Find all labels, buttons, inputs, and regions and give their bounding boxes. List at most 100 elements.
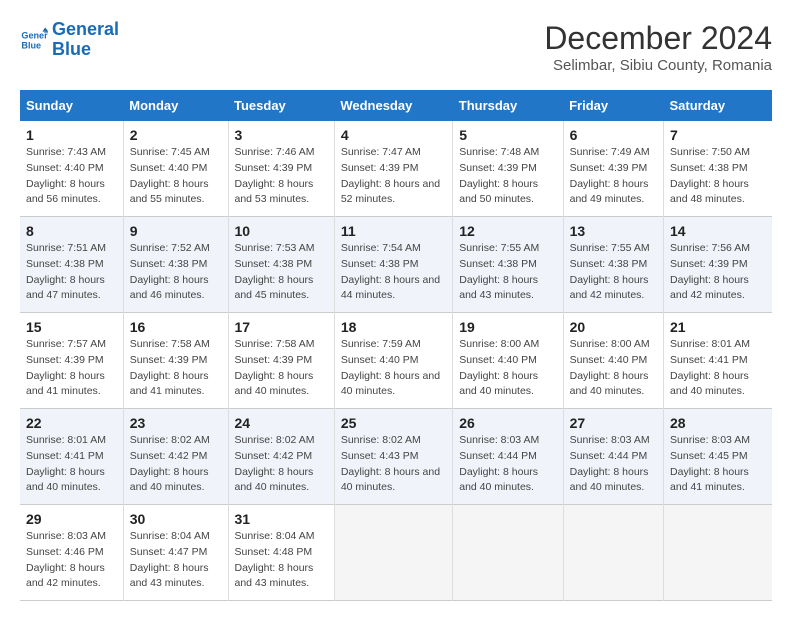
calendar-title: December 2024 xyxy=(544,20,772,57)
table-row: 2 Sunrise: 7:45 AMSunset: 4:40 PMDaylight… xyxy=(123,121,228,217)
day-number: 25 xyxy=(341,415,446,431)
table-row: 5Sunrise: 7:48 AMSunset: 4:39 PMDaylight… xyxy=(453,121,563,217)
day-info: Sunrise: 8:03 AMSunset: 4:44 PMDaylight:… xyxy=(459,433,556,496)
day-number: 14 xyxy=(670,223,766,239)
table-row: 8 Sunrise: 7:51 AMSunset: 4:38 PMDaylight… xyxy=(20,217,123,313)
day-info: Sunrise: 8:01 AMSunset: 4:41 PMDaylight:… xyxy=(670,337,766,400)
table-row: 26 Sunrise: 8:03 AMSunset: 4:44 PMDayligh… xyxy=(453,409,563,505)
day-info: Sunrise: 8:02 AMSunset: 4:43 PMDaylight:… xyxy=(341,433,446,496)
day-number: 8 xyxy=(26,223,117,239)
day-number: 23 xyxy=(130,415,222,431)
day-number: 11 xyxy=(341,223,446,239)
day-info: Sunrise: 7:52 AMSunset: 4:38 PMDaylight:… xyxy=(130,241,222,304)
table-row xyxy=(563,505,663,601)
day-number: 19 xyxy=(459,319,556,335)
header-sunday: Sunday xyxy=(20,90,123,121)
day-info: Sunrise: 8:02 AMSunset: 4:42 PMDaylight:… xyxy=(235,433,328,496)
day-info: Sunrise: 7:48 AMSunset: 4:39 PMDaylight:… xyxy=(459,145,556,208)
calendar-body: 1Sunrise: 7:43 AMSunset: 4:40 PMDaylight… xyxy=(20,121,772,601)
header-friday: Friday xyxy=(563,90,663,121)
calendar-row: 1Sunrise: 7:43 AMSunset: 4:40 PMDaylight… xyxy=(20,121,772,217)
day-info: Sunrise: 7:55 AMSunset: 4:38 PMDaylight:… xyxy=(459,241,556,304)
table-row: 20 Sunrise: 8:00 AMSunset: 4:40 PMDayligh… xyxy=(563,313,663,409)
day-info: Sunrise: 7:58 AMSunset: 4:39 PMDaylight:… xyxy=(130,337,222,400)
table-row: 28Sunrise: 8:03 AMSunset: 4:45 PMDayligh… xyxy=(664,409,772,505)
day-number: 7 xyxy=(670,127,766,143)
calendar-row: 8 Sunrise: 7:51 AMSunset: 4:38 PMDaylight… xyxy=(20,217,772,313)
day-info: Sunrise: 8:02 AMSunset: 4:42 PMDaylight:… xyxy=(130,433,222,496)
day-info: Sunrise: 7:56 AMSunset: 4:39 PMDaylight:… xyxy=(670,241,766,304)
table-row: 3 Sunrise: 7:46 AMSunset: 4:39 PMDaylight… xyxy=(228,121,334,217)
day-number: 31 xyxy=(235,511,328,527)
table-row: 15Sunrise: 7:57 AMSunset: 4:39 PMDayligh… xyxy=(20,313,123,409)
day-info: Sunrise: 7:45 AMSunset: 4:40 PMDaylight:… xyxy=(130,145,222,208)
day-number: 26 xyxy=(459,415,556,431)
table-row: 16 Sunrise: 7:58 AMSunset: 4:39 PMDayligh… xyxy=(123,313,228,409)
day-number: 29 xyxy=(26,511,117,527)
calendar-row: 22Sunrise: 8:01 AMSunset: 4:41 PMDayligh… xyxy=(20,409,772,505)
page-header: General Blue General Blue December 2024 … xyxy=(20,20,772,74)
day-number: 28 xyxy=(670,415,766,431)
day-number: 12 xyxy=(459,223,556,239)
svg-text:Blue: Blue xyxy=(21,40,41,50)
table-row: 18 Sunrise: 7:59 AMSunset: 4:40 PMDayligh… xyxy=(334,313,452,409)
day-number: 30 xyxy=(130,511,222,527)
day-number: 17 xyxy=(235,319,328,335)
table-row: 12 Sunrise: 7:55 AMSunset: 4:38 PMDayligh… xyxy=(453,217,563,313)
table-row xyxy=(334,505,452,601)
table-row: 23 Sunrise: 8:02 AMSunset: 4:42 PMDayligh… xyxy=(123,409,228,505)
table-row: 13Sunrise: 7:55 AMSunset: 4:38 PMDayligh… xyxy=(563,217,663,313)
svg-text:General: General xyxy=(21,30,48,40)
table-row: 7 Sunrise: 7:50 AMSunset: 4:38 PMDaylight… xyxy=(664,121,772,217)
table-row: 22Sunrise: 8:01 AMSunset: 4:41 PMDayligh… xyxy=(20,409,123,505)
table-row: 21Sunrise: 8:01 AMSunset: 4:41 PMDayligh… xyxy=(664,313,772,409)
table-row: 19 Sunrise: 8:00 AMSunset: 4:40 PMDayligh… xyxy=(453,313,563,409)
table-row: 9 Sunrise: 7:52 AMSunset: 4:38 PMDaylight… xyxy=(123,217,228,313)
day-info: Sunrise: 7:46 AMSunset: 4:39 PMDaylight:… xyxy=(235,145,328,208)
table-row: 6Sunrise: 7:49 AMSunset: 4:39 PMDaylight… xyxy=(563,121,663,217)
table-row: 17Sunrise: 7:58 AMSunset: 4:39 PMDayligh… xyxy=(228,313,334,409)
title-area: December 2024 Selimbar, Sibiu County, Ro… xyxy=(544,20,772,74)
day-info: Sunrise: 7:57 AMSunset: 4:39 PMDaylight:… xyxy=(26,337,117,400)
calendar-header: Sunday Monday Tuesday Wednesday Thursday… xyxy=(20,90,772,121)
day-info: Sunrise: 7:50 AMSunset: 4:38 PMDaylight:… xyxy=(670,145,766,208)
day-number: 27 xyxy=(570,415,657,431)
day-info: Sunrise: 8:03 AMSunset: 4:44 PMDaylight:… xyxy=(570,433,657,496)
day-number: 20 xyxy=(570,319,657,335)
table-row: 14 Sunrise: 7:56 AMSunset: 4:39 PMDayligh… xyxy=(664,217,772,313)
day-info: Sunrise: 8:04 AMSunset: 4:47 PMDaylight:… xyxy=(130,529,222,592)
day-number: 24 xyxy=(235,415,328,431)
header-thursday: Thursday xyxy=(453,90,563,121)
day-info: Sunrise: 7:51 AMSunset: 4:38 PMDaylight:… xyxy=(26,241,117,304)
day-number: 13 xyxy=(570,223,657,239)
calendar-row: 29 Sunrise: 8:03 AMSunset: 4:46 PMDayligh… xyxy=(20,505,772,601)
day-number: 4 xyxy=(341,127,446,143)
table-row xyxy=(453,505,563,601)
table-row: 10Sunrise: 7:53 AMSunset: 4:38 PMDayligh… xyxy=(228,217,334,313)
table-row: 30 Sunrise: 8:04 AMSunset: 4:47 PMDayligh… xyxy=(123,505,228,601)
day-number: 9 xyxy=(130,223,222,239)
table-row: 24 Sunrise: 8:02 AMSunset: 4:42 PMDayligh… xyxy=(228,409,334,505)
day-info: Sunrise: 7:54 AMSunset: 4:38 PMDaylight:… xyxy=(341,241,446,304)
calendar-subtitle: Selimbar, Sibiu County, Romania xyxy=(544,57,772,74)
day-number: 16 xyxy=(130,319,222,335)
day-info: Sunrise: 8:03 AMSunset: 4:46 PMDaylight:… xyxy=(26,529,117,592)
header-tuesday: Tuesday xyxy=(228,90,334,121)
day-info: Sunrise: 7:59 AMSunset: 4:40 PMDaylight:… xyxy=(341,337,446,400)
table-row: 29 Sunrise: 8:03 AMSunset: 4:46 PMDayligh… xyxy=(20,505,123,601)
day-number: 2 xyxy=(130,127,222,143)
day-info: Sunrise: 7:47 AMSunset: 4:39 PMDaylight:… xyxy=(341,145,446,208)
day-number: 6 xyxy=(570,127,657,143)
table-row: 31Sunrise: 8:04 AMSunset: 4:48 PMDayligh… xyxy=(228,505,334,601)
calendar-table: Sunday Monday Tuesday Wednesday Thursday… xyxy=(20,90,772,601)
header-saturday: Saturday xyxy=(664,90,772,121)
table-row: 11 Sunrise: 7:54 AMSunset: 4:38 PMDayligh… xyxy=(334,217,452,313)
day-info: Sunrise: 8:00 AMSunset: 4:40 PMDaylight:… xyxy=(459,337,556,400)
day-number: 22 xyxy=(26,415,117,431)
day-number: 3 xyxy=(235,127,328,143)
day-number: 10 xyxy=(235,223,328,239)
calendar-row: 15Sunrise: 7:57 AMSunset: 4:39 PMDayligh… xyxy=(20,313,772,409)
logo-icon: General Blue xyxy=(20,26,48,54)
day-number: 18 xyxy=(341,319,446,335)
day-info: Sunrise: 8:00 AMSunset: 4:40 PMDaylight:… xyxy=(570,337,657,400)
